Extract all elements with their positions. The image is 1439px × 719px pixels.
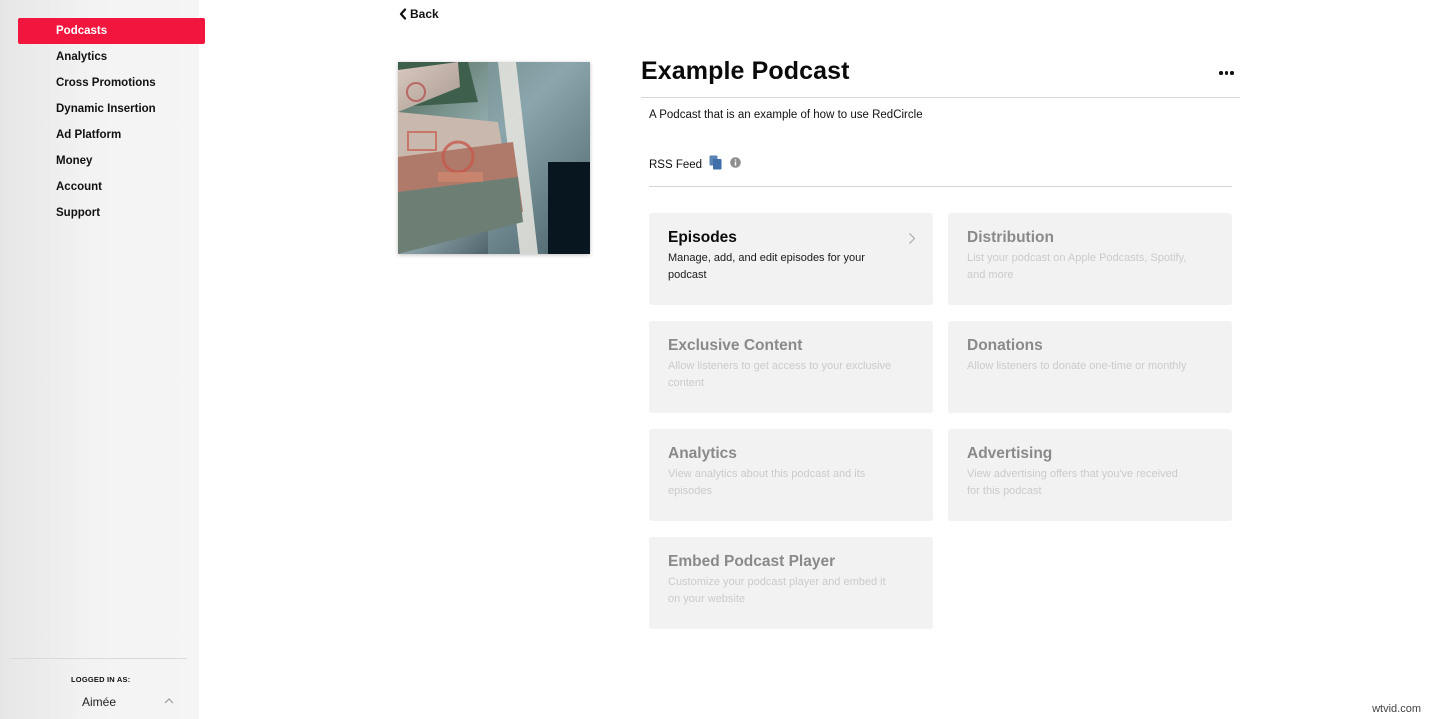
back-link[interactable]: Back: [399, 7, 439, 21]
sidebar-item-podcasts[interactable]: Podcasts: [18, 18, 205, 44]
podcast-cover-image: [398, 62, 590, 254]
info-icon[interactable]: [730, 156, 741, 168]
podcast-title: Example Podcast: [641, 57, 850, 85]
rss-feed-row: RSS Feed: [649, 153, 741, 171]
card-title: Episodes: [668, 229, 737, 246]
sidebar: Podcasts Analytics Cross Promotions Dyna…: [0, 0, 205, 719]
ellipsis-icon[interactable]: [1219, 68, 1235, 78]
card-distribution[interactable]: Distribution List your podcast on Apple …: [948, 213, 1232, 305]
card-description: Customize your podcast player and embed …: [668, 576, 886, 605]
sidebar-item-cross-promotions[interactable]: Cross Promotions: [18, 70, 205, 96]
cover-artwork: [398, 62, 590, 254]
podcast-description: A Podcast that is an example of how to u…: [649, 109, 923, 121]
chevron-right-icon: [909, 233, 916, 244]
card-embed-podcast-player[interactable]: Embed Podcast Player Customize your podc…: [649, 537, 933, 629]
sidebar-divider: [10, 658, 187, 659]
sidebar-nav: Podcasts Analytics Cross Promotions Dyna…: [18, 18, 205, 226]
sidebar-item-dynamic-insertion[interactable]: Dynamic Insertion: [18, 96, 205, 122]
sidebar-item-analytics[interactable]: Analytics: [18, 44, 205, 70]
logged-in-label: LOGGED IN AS:: [71, 675, 131, 684]
card-title: Embed Podcast Player: [668, 553, 836, 570]
sidebar-item-ad-platform[interactable]: Ad Platform: [18, 122, 205, 148]
sidebar-item-money[interactable]: Money: [18, 148, 205, 174]
card-donations[interactable]: Donations Allow listeners to donate one-…: [948, 321, 1232, 413]
card-exclusive-content[interactable]: Exclusive Content Allow listeners to get…: [649, 321, 933, 413]
rss-feed-label: RSS Feed: [649, 159, 703, 171]
watermark: wtvid.com: [1372, 703, 1421, 715]
card-description: Manage, add, and edit episodes for your …: [668, 252, 865, 281]
card-title: Donations: [967, 337, 1043, 354]
title-divider: [641, 97, 1240, 98]
card-title: Distribution: [967, 229, 1054, 246]
rss-divider: [649, 186, 1232, 187]
copy-icon[interactable]: [709, 155, 722, 170]
back-label: Back: [410, 7, 439, 21]
card-description: View analytics about this podcast and it…: [668, 468, 866, 497]
card-description: List your podcast on Apple Podcasts, Spo…: [967, 252, 1187, 281]
card-episodes[interactable]: Episodes Manage, add, and edit episodes …: [649, 213, 933, 305]
card-title: Exclusive Content: [668, 337, 803, 354]
card-title: Advertising: [967, 445, 1053, 462]
user-name[interactable]: Aimée: [82, 695, 116, 709]
chevron-left-icon: [399, 8, 407, 20]
card-advertising[interactable]: Advertising View advertising offers that…: [948, 429, 1232, 521]
sidebar-item-account[interactable]: Account: [18, 174, 205, 200]
card-description: Allow listeners to donate one-time or mo…: [967, 360, 1187, 372]
card-title: Analytics: [668, 445, 737, 462]
card-description: View advertising offers that you've rece…: [967, 468, 1178, 497]
chevron-up-icon[interactable]: [164, 696, 174, 706]
card-description: Allow listeners to get access to your ex…: [668, 360, 892, 389]
sidebar-item-support[interactable]: Support: [18, 200, 205, 226]
card-analytics[interactable]: Analytics View analytics about this podc…: [649, 429, 933, 521]
